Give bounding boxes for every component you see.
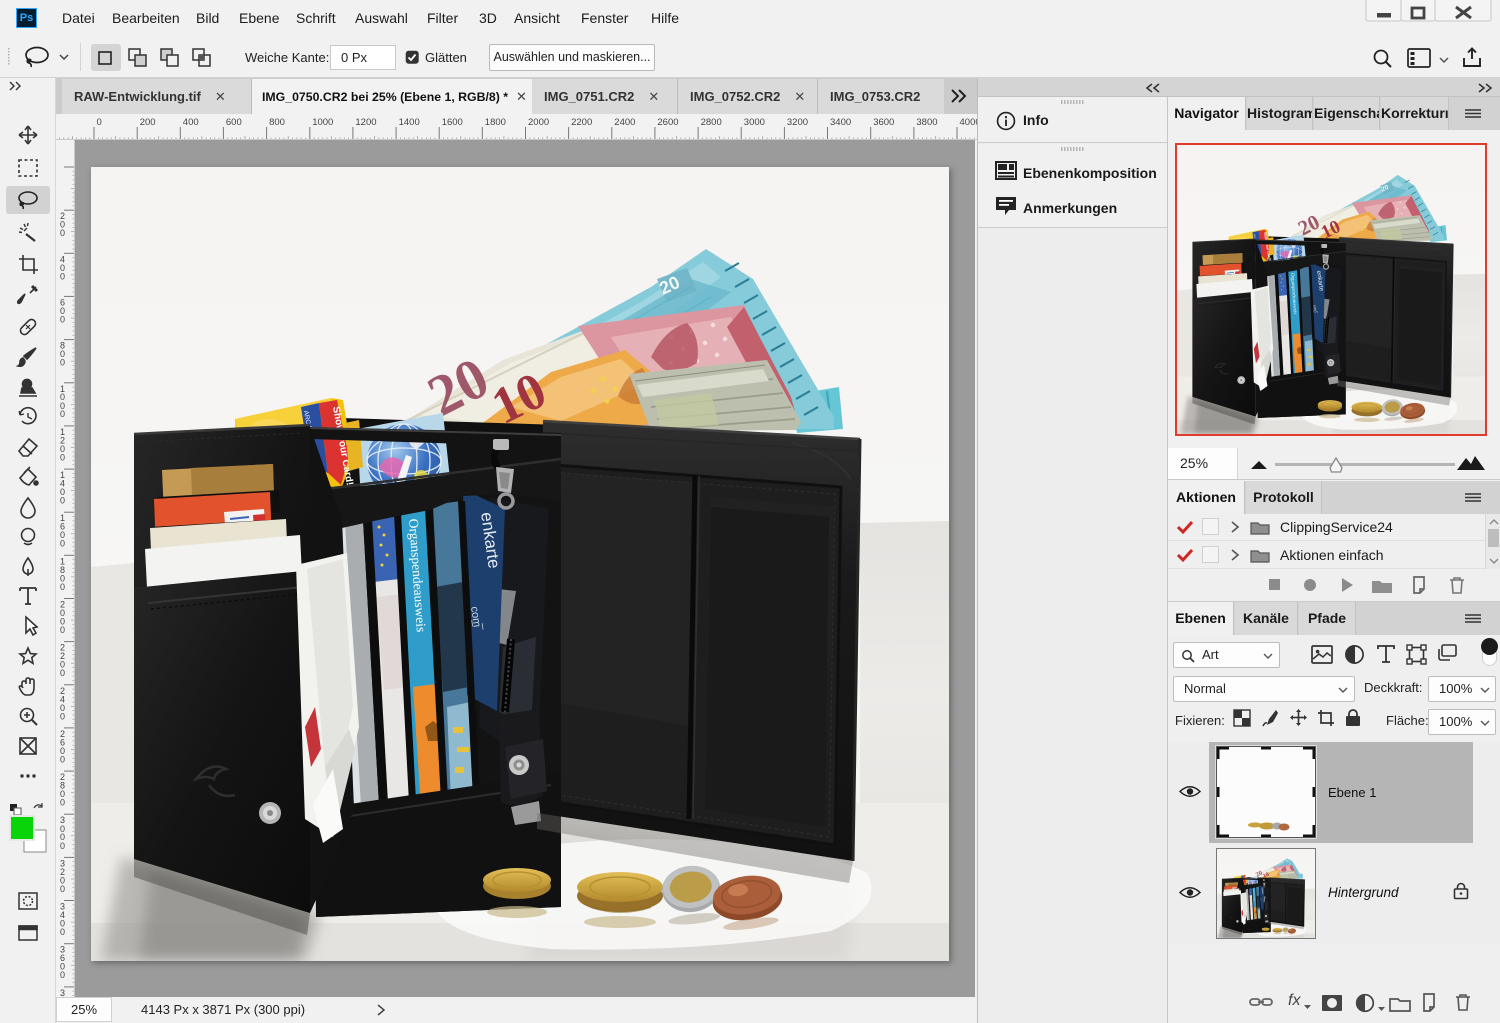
svg-text:3000: 3000	[744, 117, 765, 128]
svg-text:1200: 1200	[355, 117, 376, 128]
svg-text:0: 0	[60, 668, 65, 678]
svg-text:0: 0	[60, 496, 65, 506]
svg-text:0: 0	[60, 884, 65, 894]
svg-text:0: 0	[60, 314, 65, 324]
svg-text:600: 600	[226, 117, 242, 128]
svg-text:0: 0	[97, 117, 102, 128]
svg-text:3600: 3600	[873, 117, 894, 128]
svg-text:3200: 3200	[787, 117, 808, 128]
svg-text:1000: 1000	[312, 117, 333, 128]
svg-text:0: 0	[60, 539, 65, 549]
svg-text:0: 0	[60, 798, 65, 808]
svg-text:0: 0	[60, 228, 65, 238]
svg-text:2600: 2600	[657, 117, 678, 128]
svg-text:0: 0	[60, 358, 65, 368]
svg-text:2200: 2200	[571, 117, 592, 128]
svg-text:0: 0	[60, 754, 65, 764]
svg-text:0: 0	[60, 409, 65, 419]
svg-text:0: 0	[60, 970, 65, 980]
svg-text:1600: 1600	[442, 117, 463, 128]
svg-text:2000: 2000	[528, 117, 549, 128]
svg-text:800: 800	[269, 117, 285, 128]
svg-text:4000: 4000	[960, 117, 978, 128]
svg-text:3400: 3400	[830, 117, 851, 128]
svg-text:0: 0	[60, 841, 65, 851]
svg-text:2400: 2400	[614, 117, 635, 128]
svg-text:2800: 2800	[701, 117, 722, 128]
svg-text:1800: 1800	[485, 117, 506, 128]
svg-text:400: 400	[183, 117, 199, 128]
svg-text:200: 200	[140, 117, 156, 128]
svg-text:1400: 1400	[399, 117, 420, 128]
svg-text:0: 0	[60, 711, 65, 721]
svg-text:3800: 3800	[916, 117, 937, 128]
svg-text:0: 0	[60, 452, 65, 462]
svg-text:0: 0	[60, 271, 65, 281]
svg-text:0: 0	[60, 582, 65, 592]
svg-text:0: 0	[60, 625, 65, 635]
svg-text:0: 0	[60, 927, 65, 937]
